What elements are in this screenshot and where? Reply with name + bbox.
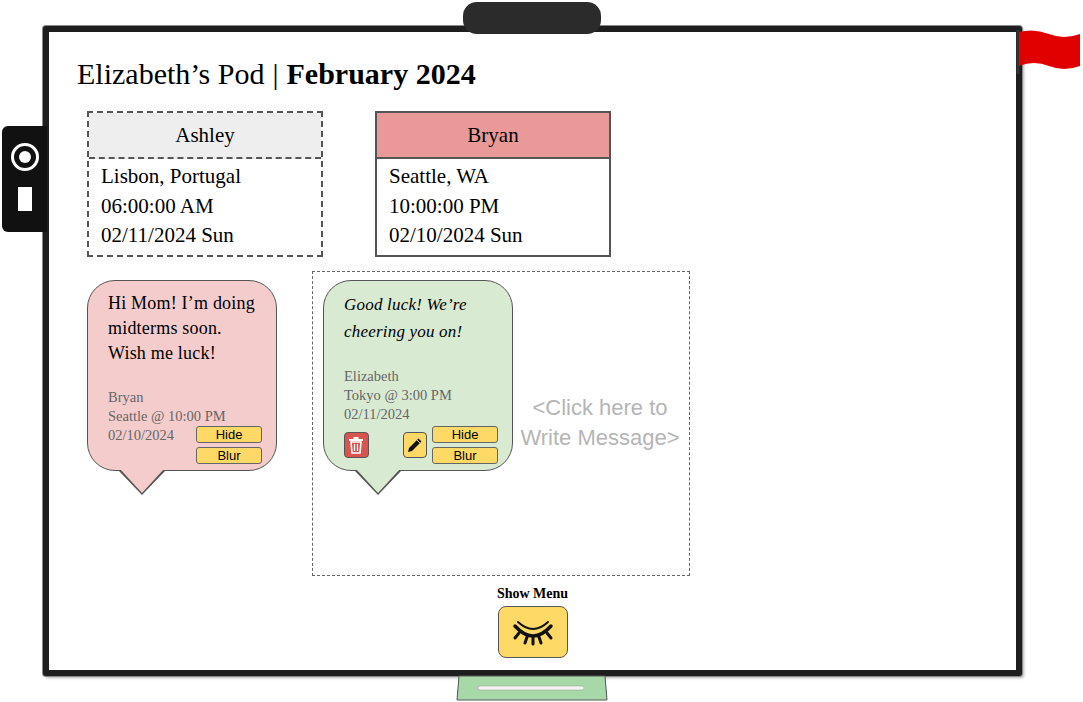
message-author: Elizabeth (344, 367, 498, 386)
trash-icon (348, 436, 364, 454)
message-date: 02/10/2024 (108, 426, 174, 445)
pod-title: Elizabeth’s Pod| February 2024 (77, 56, 996, 92)
title-separator: | (272, 57, 278, 90)
member-card[interactable]: AshleyLisbon, Portugal06:00:00 AM02/11/2… (87, 111, 323, 257)
message-text: Good luck! We’re cheering you on! (344, 291, 498, 345)
message-action-button[interactable]: Hide (432, 426, 498, 443)
message-bubble: Good luck! We’re cheering you on! Elizabe… (323, 280, 513, 471)
message-tools: Hide Blur (344, 426, 498, 464)
member-date: 02/11/2024 Sun (101, 221, 309, 251)
message-action-button[interactable]: Hide (196, 426, 262, 443)
compose-area[interactable]: Good luck! We’re cheering you on! Elizabe… (312, 271, 690, 576)
member-card[interactable]: BryanSeattle, WA10:00:00 PM02/10/2024 Su… (375, 111, 611, 257)
message: Good luck! We’re cheering you on! Elizabe… (323, 280, 513, 471)
message-bubble: Hi Mom! I’m doing midterms soon. Wish me… (87, 280, 277, 471)
message-text: Hi Mom! I’m doing midterms soon. Wish me… (108, 291, 262, 366)
member-info: Seattle, WA10:00:00 PM02/10/2024 Sun (377, 159, 609, 255)
message-meta: BryanSeattle @ 10:00 PM02/10/2024 Hide Blu… (108, 388, 262, 464)
flag-icon (1014, 28, 1082, 76)
show-menu-button[interactable] (498, 606, 568, 658)
message-date: 02/11/2024 (344, 405, 498, 424)
member-name: Bryan (377, 113, 609, 159)
device-icon (17, 186, 33, 212)
screen: Elizabeth’s Pod| February 2024 AshleyLisbo… (43, 26, 1022, 676)
pencil-icon (406, 436, 424, 454)
compose-hint[interactable]: <Click here to Write Message> (519, 393, 681, 453)
display-stage: Elizabeth’s Pod| February 2024 AshleyLisbo… (0, 0, 1083, 702)
member-location: Lisbon, Portugal (101, 162, 309, 192)
delete-button[interactable] (344, 432, 369, 458)
message-action-button[interactable]: Blur (196, 447, 262, 464)
camera-icon (463, 2, 601, 34)
message-actions: Hide Blur (196, 426, 262, 464)
message-author: Bryan (108, 388, 262, 407)
message-place-time: Seattle @ 10:00 PM (108, 407, 262, 426)
pen-tray-icon (456, 675, 608, 701)
member-time: 06:00:00 AM (101, 192, 309, 222)
member-date: 02/10/2024 Sun (389, 221, 597, 251)
member-cards: AshleyLisbon, Portugal06:00:00 AM02/11/2… (87, 111, 996, 257)
message-action-button[interactable]: Blur (432, 447, 498, 464)
member-time: 10:00:00 PM (389, 192, 597, 222)
message: Hi Mom! I’m doing midterms soon. Wish me… (87, 280, 277, 471)
menu-zone: Show Menu (49, 585, 1016, 658)
edit-button[interactable] (403, 432, 428, 458)
message-date-row: 02/10/2024 Hide Blur (108, 426, 262, 464)
record-icon (10, 142, 40, 172)
message-actions: Hide Blur (432, 426, 498, 464)
message-area: Hi Mom! I’m doing midterms soon. Wish me… (87, 271, 996, 576)
message-place-time: Tokyo @ 3:00 PM (344, 386, 498, 405)
pod-name: Elizabeth’s Pod (77, 57, 264, 90)
closed-eye-icon (509, 616, 557, 648)
member-name: Ashley (89, 113, 321, 159)
pod-month: February 2024 (287, 57, 476, 90)
message-meta: ElizabethTokyo @ 3:00 PM02/11/2024 Hide Bl… (344, 367, 498, 464)
menu-label: Show Menu (497, 585, 568, 603)
member-location: Seattle, WA (389, 162, 597, 192)
side-tab (2, 126, 47, 232)
member-info: Lisbon, Portugal06:00:00 AM02/11/2024 Su… (89, 159, 321, 255)
